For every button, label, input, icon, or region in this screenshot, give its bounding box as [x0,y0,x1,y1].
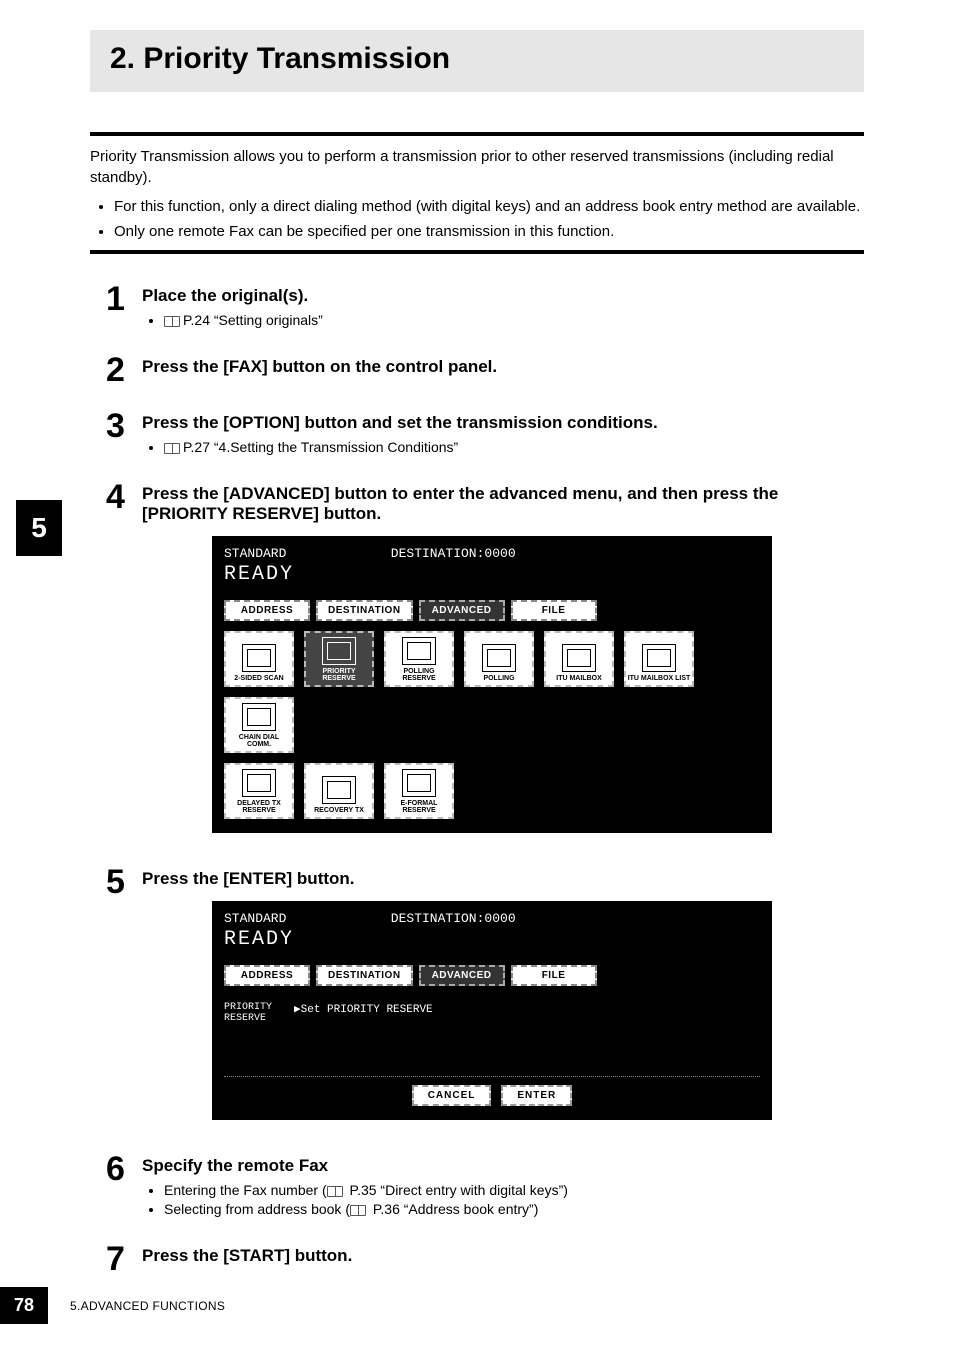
mailbox-list-icon [642,644,676,672]
page-footer: 78 5.ADVANCED FUNCTIONS [0,1287,225,1324]
polling-reserve-icon [402,637,436,665]
step-number: 4 [106,480,142,514]
step-title: Press the [ENTER] button. [142,869,864,889]
lcd-screenshot-advanced: STANDARD DESTINATION:0000 READY ADDRESS … [212,536,772,833]
chain-icon [242,703,276,731]
step-ref: P.24 “Setting originals” [164,312,864,328]
lcd-set-text: ▶Set PRIORITY RESERVE [294,1002,433,1024]
step-title: Specify the remote Fax [142,1156,864,1176]
btn-polling[interactable]: POLLING [464,631,534,687]
tab-destination[interactable]: DESTINATION [316,965,413,986]
book-icon [164,316,180,327]
priority-icon [322,637,356,665]
eformal-icon [402,769,436,797]
tab-file[interactable]: FILE [511,965,597,986]
intro-paragraph: Priority Transmission allows you to perf… [90,146,864,188]
section-title: 2. Priority Transmission [110,42,844,76]
step-number: 7 [106,1242,142,1276]
divider-top [90,132,864,136]
intro-bullet: For this function, only a direct dialing… [114,196,864,217]
chapter-side-tab: 5 [16,500,62,556]
btn-chain-dial[interactable]: CHAIN DIAL COMM. [224,697,294,753]
btn-priority-reserve[interactable]: PRIORITY RESERVE [304,631,374,687]
recovery-icon [322,776,356,804]
step-3: 3 Press the [OPTION] button and set the … [106,409,864,458]
step-4: 4 Press the [ADVANCED] button to enter t… [106,480,864,843]
tab-advanced[interactable]: ADVANCED [419,600,505,621]
tab-advanced[interactable]: ADVANCED [419,965,505,986]
tab-address[interactable]: ADDRESS [224,600,310,621]
clock-icon [242,769,276,797]
lcd-dotted-divider [224,1076,760,1077]
intro-bullet: Only one remote Fax can be specified per… [114,221,864,242]
lcd-destination-label: DESTINATION:0000 [391,546,516,561]
step-7: 7 Press the [START] button. [106,1242,864,1276]
tab-destination[interactable]: DESTINATION [316,600,413,621]
btn-itu-mailbox-list[interactable]: ITU MAILBOX LIST [624,631,694,687]
divider-bottom [90,250,864,254]
section-title-bar: 2. Priority Transmission [90,30,864,92]
step-6: 6 Specify the remote Fax Entering the Fa… [106,1152,864,1220]
btn-delayed-tx[interactable]: DELAYED TX RESERVE [224,763,294,819]
step-number: 1 [106,282,142,316]
lcd-icon-grid: 2-SIDED SCAN PRIORITY RESERVE POLLING RE… [224,631,760,753]
step-title: Press the [OPTION] button and set the tr… [142,413,864,433]
footer-section-label: 5.ADVANCED FUNCTIONS [70,1299,225,1313]
lcd-tab-row: ADDRESS DESTINATION ADVANCED FILE [224,600,760,621]
intro-bullet-list: For this function, only a direct dialing… [114,196,864,242]
btn-2sided-scan[interactable]: 2-SIDED SCAN [224,631,294,687]
page-content: 2. Priority Transmission Priority Transm… [0,0,954,1276]
mailbox-icon [562,644,596,672]
lcd-screenshot-enter: STANDARD DESTINATION:0000 READY ADDRESS … [212,901,772,1120]
btn-cancel[interactable]: CANCEL [412,1085,492,1106]
lcd-ready-label: READY [224,928,760,951]
lcd-priority-reserve-label: PRIORITY RESERVE [224,1002,272,1024]
lcd-ready-label: READY [224,563,760,586]
step-sub: Selecting from address book ( P.36 “Addr… [164,1201,864,1217]
book-icon [350,1205,366,1216]
page-number: 78 [0,1287,48,1324]
btn-polling-reserve[interactable]: POLLING RESERVE [384,631,454,687]
tab-address[interactable]: ADDRESS [224,965,310,986]
doc-icon [242,644,276,672]
btn-enter[interactable]: ENTER [501,1085,572,1106]
lcd-tab-row: ADDRESS DESTINATION ADVANCED FILE [224,965,760,986]
step-number: 5 [106,865,142,899]
book-icon [164,443,180,454]
btn-recovery-tx[interactable]: RECOVERY TX [304,763,374,819]
lcd-destination-label: DESTINATION:0000 [391,911,516,926]
step-sub: Entering the Fax number ( P.35 “Direct e… [164,1182,864,1198]
step-number: 2 [106,353,142,387]
step-1: 1 Place the original(s). P.24 “Setting o… [106,282,864,331]
step-ref: P.27 “4.Setting the Transmission Conditi… [164,439,864,455]
step-number: 6 [106,1152,142,1186]
lcd-mode-label: STANDARD [224,546,286,561]
step-title: Press the [FAX] button on the control pa… [142,357,864,377]
btn-eformal-reserve[interactable]: E-FORMAL RESERVE [384,763,454,819]
btn-itu-mailbox[interactable]: ITU MAILBOX [544,631,614,687]
lcd-mode-label: STANDARD [224,911,286,926]
step-2: 2 Press the [FAX] button on the control … [106,353,864,387]
step-title: Press the [START] button. [142,1246,864,1266]
polling-icon [482,644,516,672]
steps-container: 1 Place the original(s). P.24 “Setting o… [90,282,864,1276]
book-icon [327,1186,343,1197]
step-number: 3 [106,409,142,443]
step-5: 5 Press the [ENTER] button. STANDARD DES… [106,865,864,1130]
step-title: Place the original(s). [142,286,864,306]
step-title: Press the [ADVANCED] button to enter the… [142,484,864,524]
tab-file[interactable]: FILE [511,600,597,621]
